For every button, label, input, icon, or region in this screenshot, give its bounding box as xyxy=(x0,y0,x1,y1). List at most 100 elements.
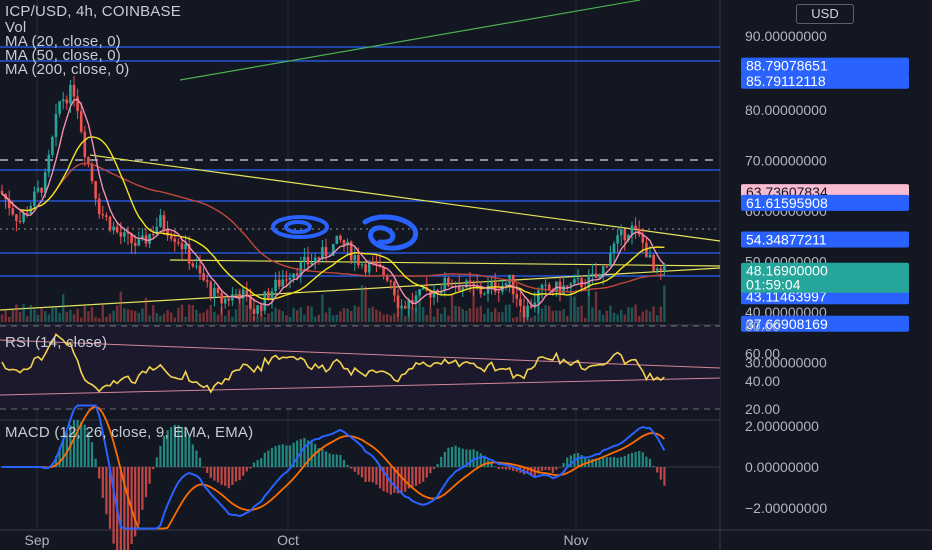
candle-body xyxy=(339,235,342,240)
volume-bar xyxy=(468,308,472,322)
macd-histogram-bar xyxy=(652,465,655,467)
volume-bar xyxy=(65,311,68,322)
macd-histogram-bar xyxy=(342,459,346,467)
macd-histogram-bar xyxy=(454,445,457,467)
candle-body xyxy=(274,279,277,292)
macd-histogram-bar xyxy=(425,467,428,478)
volume-bar xyxy=(292,307,295,322)
volume-bar xyxy=(270,311,274,322)
macd-histogram-bar xyxy=(630,452,634,467)
volume-bar xyxy=(105,316,108,322)
candle-body xyxy=(119,232,123,237)
volume-bar xyxy=(569,291,572,322)
volume-bar xyxy=(159,315,162,322)
candle-body xyxy=(335,235,339,244)
macd-histogram-bar xyxy=(155,457,158,467)
volume-bar xyxy=(4,309,7,322)
candle-body xyxy=(25,212,29,214)
macd-histogram-bar xyxy=(368,467,371,482)
macd-axis: 2.00000000 0.00000000 −2.00000000 xyxy=(745,418,827,516)
candle-body xyxy=(162,215,166,230)
candle-body xyxy=(652,254,655,271)
volume-bar xyxy=(213,311,216,322)
candle-body xyxy=(393,281,396,296)
volume-bar xyxy=(558,310,562,322)
macd-histogram-bar xyxy=(335,454,338,467)
volume-bar xyxy=(321,294,324,322)
macd-histogram-bar xyxy=(195,450,198,467)
volume-bar xyxy=(530,317,533,322)
currency-button[interactable]: USD xyxy=(796,4,854,24)
candle-body xyxy=(619,229,623,236)
volume-bar xyxy=(80,317,83,322)
candle-body xyxy=(234,294,238,296)
macd-label[interactable]: MACD (12, 26, close, 9, EMA, EMA) xyxy=(5,424,253,441)
volume-bar xyxy=(364,286,367,322)
macd-histogram-bar xyxy=(663,467,666,486)
macd-histogram-bar xyxy=(418,467,421,484)
candle-body xyxy=(227,298,231,301)
macd-histogram-bar xyxy=(641,452,644,467)
candle-body xyxy=(468,280,472,284)
candle-body xyxy=(569,283,573,286)
volume-bar xyxy=(33,309,36,322)
volume-bar xyxy=(256,316,259,322)
candle-body xyxy=(151,233,155,235)
volume-bar xyxy=(137,312,140,322)
macd-histogram-bar xyxy=(346,464,349,467)
trading-chart[interactable]: 80.0000000070.0000000060.0000000050.0000… xyxy=(0,0,932,550)
volume-bar xyxy=(598,309,601,322)
macd-histogram-bar xyxy=(562,462,565,467)
macd-histogram-bar xyxy=(508,467,511,470)
macd-histogram-bar xyxy=(141,467,144,510)
macd-histogram-bar xyxy=(656,467,659,473)
macd-histogram-bar xyxy=(101,467,104,498)
rsi-label[interactable]: RSI (14, close) xyxy=(5,334,107,351)
macd-histogram-bar xyxy=(227,467,230,489)
volume-bar xyxy=(8,316,11,322)
macd-histogram-bar xyxy=(126,467,130,550)
macd-histogram-bar xyxy=(584,457,587,467)
volume-bar xyxy=(630,307,634,322)
volume-bar xyxy=(296,310,299,322)
macd-histogram-bar xyxy=(447,447,450,467)
volume-bar xyxy=(69,309,72,322)
candle-body xyxy=(245,290,249,296)
volume-bar xyxy=(440,313,443,322)
candle-body xyxy=(191,263,195,267)
volume-bar xyxy=(83,306,86,322)
volume-bar xyxy=(144,297,148,322)
macd-histogram-bar xyxy=(188,436,191,467)
candle-body xyxy=(573,279,576,284)
candle-body xyxy=(108,216,112,231)
macd-histogram-bar xyxy=(411,467,414,489)
macd-histogram-bar xyxy=(450,446,454,467)
macd-histogram-bar xyxy=(544,467,547,470)
volume-bar xyxy=(634,304,637,322)
macd-histogram-bar xyxy=(364,467,367,482)
macd-histogram-bar xyxy=(598,459,601,467)
price-tag-label: 54.34877211 xyxy=(746,232,827,248)
candle-body xyxy=(447,277,450,286)
volume-bar xyxy=(497,312,500,322)
macd-histogram-bar xyxy=(353,467,356,472)
volume-bar xyxy=(47,314,50,322)
macd-histogram-bar xyxy=(285,445,288,467)
macd-histogram-bar xyxy=(238,467,241,481)
ma200-label[interactable]: MA (200, close, 0) xyxy=(5,61,130,78)
volume-bar xyxy=(357,306,360,322)
volume-bar xyxy=(386,314,389,322)
macd-histogram-bar xyxy=(119,467,122,550)
macd-histogram-bar xyxy=(249,467,252,469)
candle-body xyxy=(285,279,288,281)
volume-bar xyxy=(656,315,659,322)
volume-bar xyxy=(504,304,508,322)
candle-body xyxy=(306,256,310,265)
candle-body xyxy=(371,261,375,263)
candle-body xyxy=(515,294,519,299)
macd-histogram-bar xyxy=(267,450,270,467)
candle-body xyxy=(223,298,227,304)
volume-bar xyxy=(310,306,313,322)
volume-bar xyxy=(540,308,544,322)
candle-body xyxy=(252,308,256,314)
